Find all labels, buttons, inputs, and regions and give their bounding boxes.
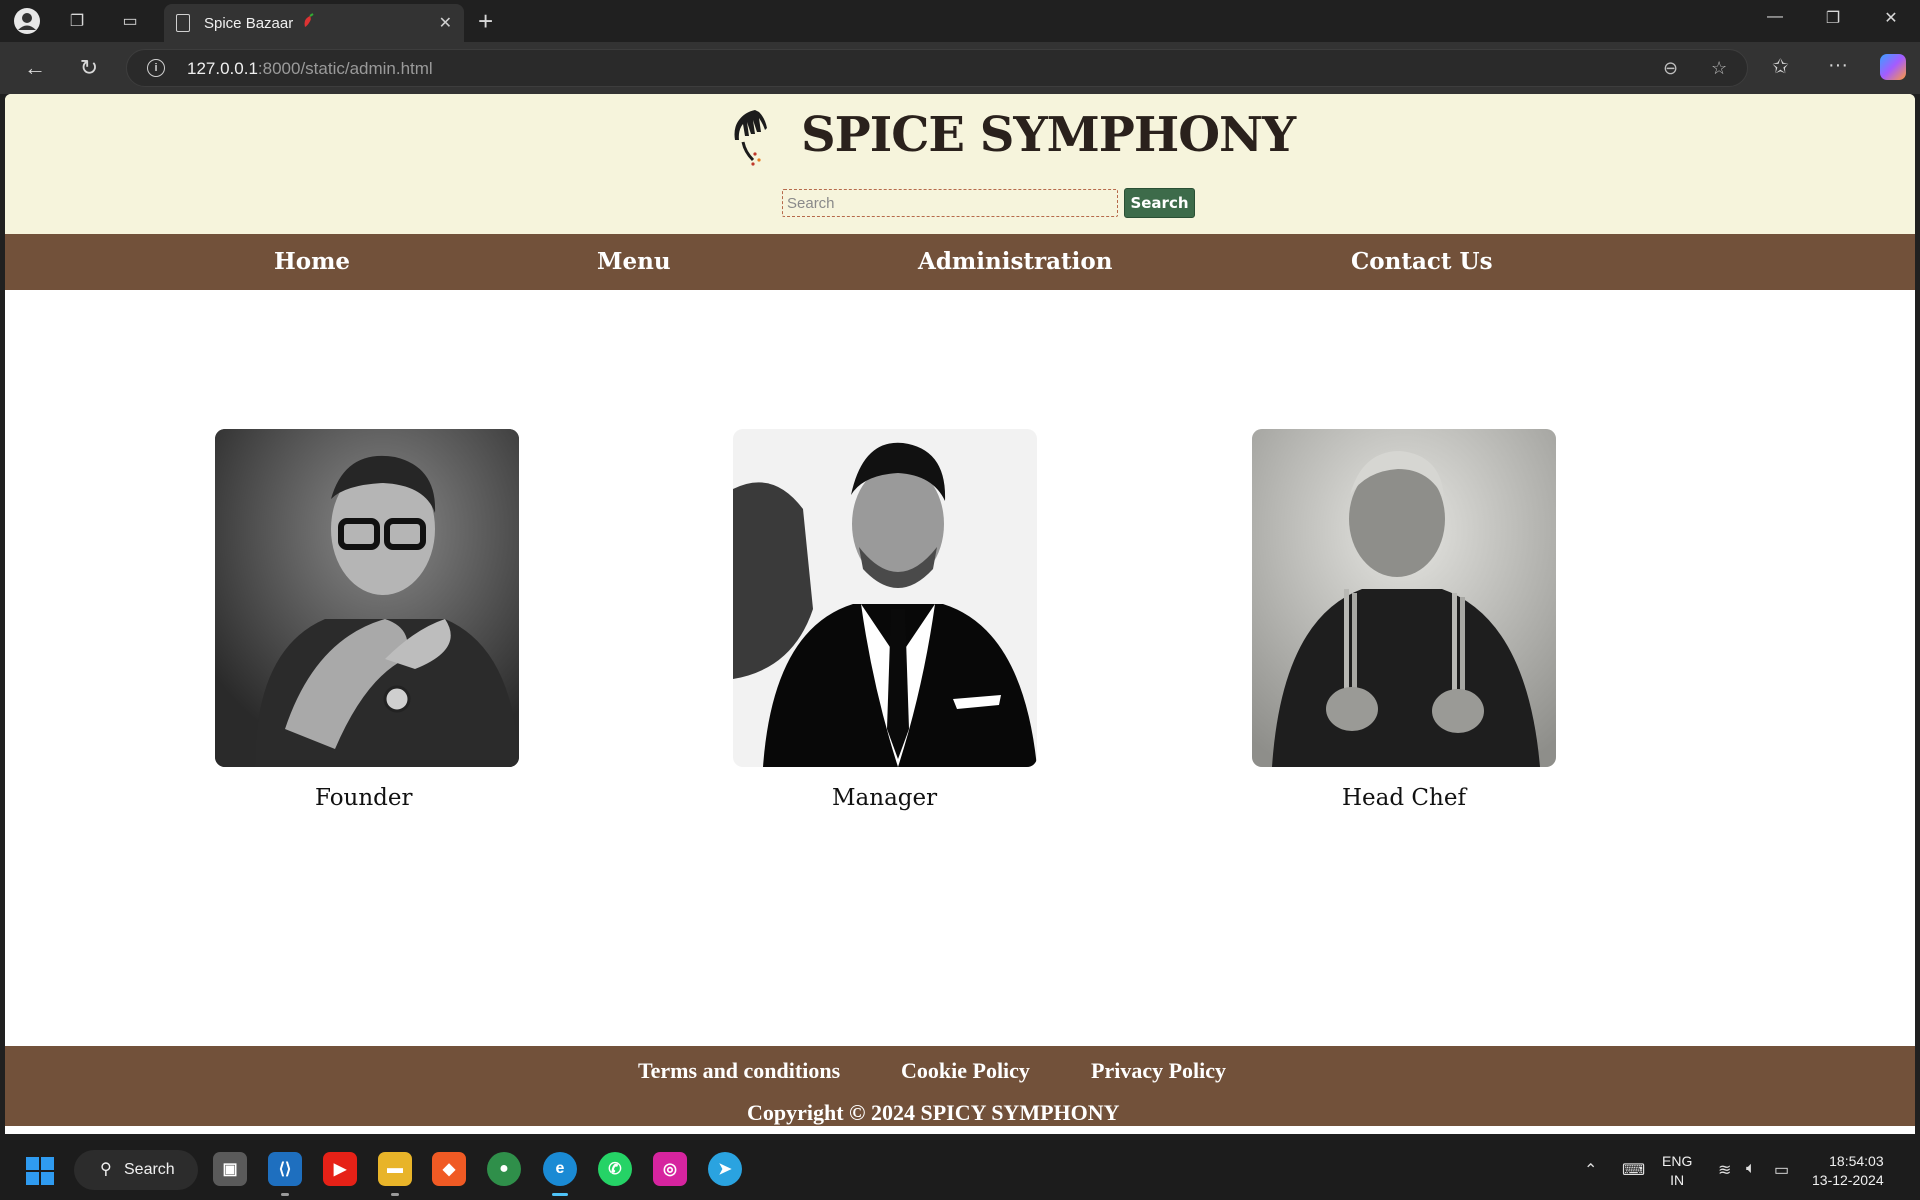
founder-photo: [215, 429, 519, 767]
language-indicator[interactable]: ENG IN: [1662, 1152, 1692, 1190]
keyboard-icon[interactable]: ⌨: [1622, 1160, 1645, 1180]
vertical-tabs-icon[interactable]: ▭: [116, 7, 144, 35]
whatsapp-icon[interactable]: ✆: [598, 1152, 632, 1186]
page-viewport: SPICE SYMPHONY Search Home Menu Administ…: [5, 94, 1915, 1134]
more-menu-icon[interactable]: ···: [1828, 54, 1848, 77]
footer-cookie-link[interactable]: Cookie Policy: [901, 1058, 1030, 1084]
tab-title: Spice Bazaar: [204, 14, 294, 32]
tab-spice-bazaar[interactable]: Spice Bazaar ✕: [164, 4, 464, 42]
address-bar-row: ← ↻ i 127.0.0.1:8000/static/admin.html ⊖…: [0, 42, 1920, 94]
youtube-icon[interactable]: ▶: [323, 1152, 357, 1186]
url-input[interactable]: i 127.0.0.1:8000/static/admin.html ⊖ ☆: [126, 49, 1748, 87]
new-tab-icon[interactable]: +: [478, 6, 493, 37]
profile-icon[interactable]: [13, 7, 41, 35]
chili-icon: [301, 13, 315, 33]
nav-menu[interactable]: Menu: [597, 248, 671, 275]
footer-terms-link[interactable]: Terms and conditions: [638, 1058, 840, 1084]
taskbar-search[interactable]: ⚲ Search: [74, 1150, 198, 1190]
site-nav: Home Menu Administration Contact Us: [5, 234, 1915, 290]
instagram-icon[interactable]: ◎: [653, 1152, 687, 1186]
running-indicator: [281, 1193, 289, 1196]
telegram-icon[interactable]: ➤: [708, 1152, 742, 1186]
zoom-out-icon[interactable]: ⊖: [1663, 58, 1678, 79]
page-icon: [176, 14, 190, 32]
volume-icon[interactable]: 🔈︎: [1746, 1160, 1756, 1178]
edge-icon[interactable]: e: [543, 1152, 577, 1186]
staff-role: Head Chef: [1342, 785, 1466, 811]
staff-card-head-chef: Head Chef: [1252, 429, 1556, 811]
chrome-icon[interactable]: ●: [487, 1152, 521, 1186]
back-icon[interactable]: ←: [21, 54, 49, 82]
staff-card-manager: Manager: [733, 429, 1037, 811]
file-explorer-icon[interactable]: ▬: [378, 1152, 412, 1186]
browser-tab-bar: ❐ ▭ Spice Bazaar ✕ + — ❐ ✕: [0, 0, 1920, 42]
manager-photo: [733, 429, 1037, 767]
workspaces-icon[interactable]: ❐: [63, 7, 91, 35]
windows-taskbar: ⚲ Search ▣ ⟨⟩ ▶ ▬ ◆ ● e ✆ ◎ ➤ ⌃ ⌨ ENG IN …: [0, 1140, 1920, 1200]
footer-privacy-link[interactable]: Privacy Policy: [1091, 1058, 1226, 1084]
favorite-star-icon[interactable]: ☆: [1711, 58, 1727, 79]
show-hidden-icons[interactable]: ⌃: [1584, 1160, 1597, 1180]
nav-home[interactable]: Home: [274, 248, 350, 275]
head-chef-photo: [1252, 429, 1556, 767]
site-title: SPICE SYMPHONY: [801, 107, 1296, 163]
reload-icon[interactable]: ↻: [75, 54, 103, 82]
copilot-icon[interactable]: [1880, 54, 1906, 80]
copyright-text: Copyright © 2024 SPICY SYMPHONY: [747, 1100, 1120, 1125]
nav-contact-us[interactable]: Contact Us: [1351, 248, 1493, 275]
clock[interactable]: 18:54:03 13-12-2024: [1812, 1152, 1884, 1190]
site-footer: Terms and conditions Cookie Policy Priva…: [5, 1046, 1915, 1126]
start-icon[interactable]: [26, 1157, 54, 1185]
staff-role: Founder: [315, 785, 413, 811]
battery-icon[interactable]: ▭: [1774, 1160, 1789, 1180]
close-tab-icon[interactable]: ✕: [439, 13, 452, 33]
site-header: SPICE SYMPHONY Search: [5, 94, 1915, 234]
vscode-icon[interactable]: ⟨⟩: [268, 1152, 302, 1186]
search-icon: ⚲: [100, 1161, 112, 1178]
chili-hand-logo: [725, 106, 773, 168]
site-search-button[interactable]: Search: [1124, 188, 1195, 218]
close-window-icon[interactable]: ✕: [1876, 8, 1906, 28]
site-search-input[interactable]: [782, 189, 1118, 217]
favorites-icon[interactable]: ✩: [1772, 54, 1789, 79]
staff-role: Manager: [832, 785, 938, 811]
active-indicator: [552, 1193, 568, 1196]
running-indicator: [391, 1193, 399, 1196]
nav-administration[interactable]: Administration: [918, 248, 1112, 275]
staff-card-founder: Founder: [215, 429, 519, 811]
minimize-icon[interactable]: —: [1760, 8, 1790, 26]
task-view-icon[interactable]: ▣: [213, 1152, 247, 1186]
restore-icon[interactable]: ❐: [1818, 8, 1848, 28]
url-text: 127.0.0.1:8000/static/admin.html: [187, 59, 433, 78]
site-info-icon[interactable]: i: [147, 59, 165, 77]
brave-icon[interactable]: ◆: [432, 1152, 466, 1186]
wifi-icon[interactable]: ≋: [1718, 1160, 1731, 1180]
